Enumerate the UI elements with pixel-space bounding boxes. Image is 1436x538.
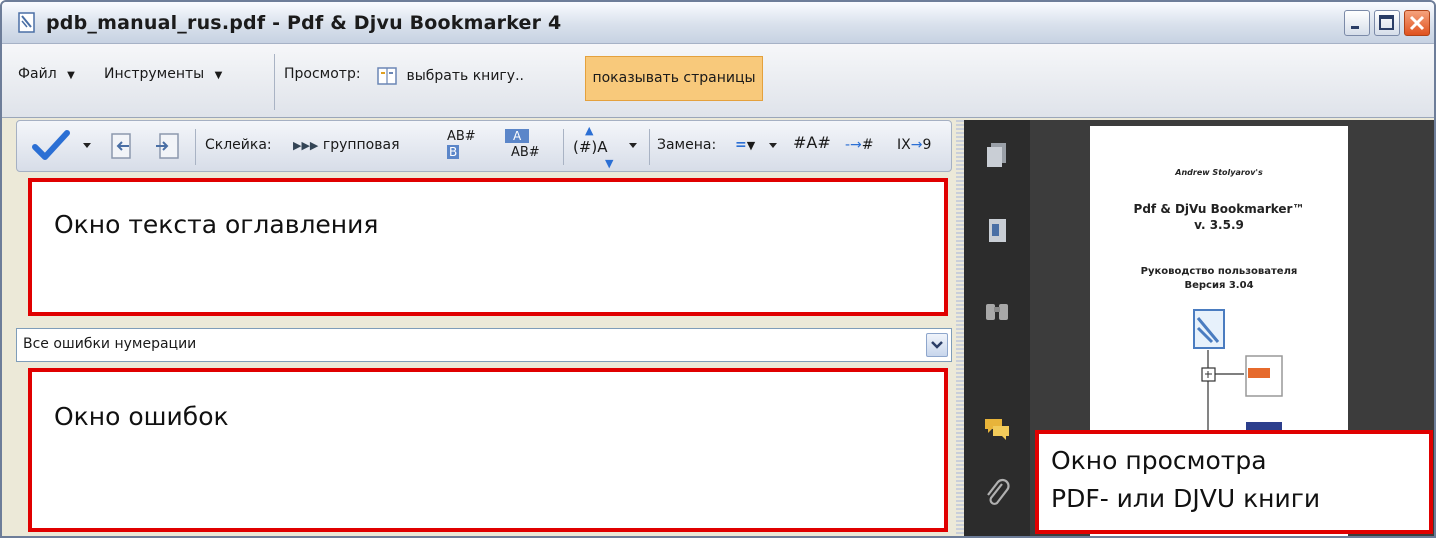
app-window: pdb_manual_rus.pdf - Pdf & Djvu Bookmark… — [0, 0, 1436, 538]
pane-splitter[interactable] — [956, 120, 964, 536]
page-doc-title: Руководство пользователя — [1140, 266, 1298, 277]
replace-glyph-4: IX — [897, 137, 911, 153]
window-title: pdb_manual_rus.pdf - Pdf & Djvu Bookmark… — [46, 12, 562, 34]
page-author: Andrew Stolyarov's — [1175, 168, 1263, 177]
replace-glyph-2: #A# — [793, 133, 831, 152]
apply-dropdown-caret[interactable] — [83, 143, 91, 148]
export-bookmarks-icon[interactable] — [153, 131, 181, 161]
view-label: Просмотр: — [284, 66, 361, 82]
replace-button-3[interactable]: -→# — [845, 137, 874, 153]
numbering-button[interactable]: ▲ (#)A ▼ — [573, 124, 619, 170]
case-lower-button[interactable]: A AB# — [505, 129, 549, 165]
replace-button-4[interactable]: IX→9 — [897, 137, 931, 153]
toc-text-pane[interactable]: Окно текста оглавления — [28, 178, 948, 316]
menu-file-label: Файл — [18, 66, 57, 82]
replace-dropdown-caret[interactable] — [769, 143, 777, 148]
arrow-right-icon: → — [910, 137, 923, 153]
bookmarker-app-icon — [18, 12, 35, 33]
replace-button-1[interactable]: =▼ — [735, 137, 755, 153]
page-version: v. 3.5.9 — [1194, 218, 1244, 232]
choose-book-button[interactable]: выбрать книгу.. — [376, 66, 524, 98]
bookmarks-icon[interactable] — [982, 216, 1012, 246]
error-filter-select[interactable]: Все ошибки нумерации — [16, 328, 952, 362]
error-filter-value: Все ошибки нумерации — [23, 336, 197, 352]
menu-file[interactable]: Файл ▼ — [18, 66, 75, 98]
viewer-caption-box: Окно просмотра PDF- или DJVU книги — [1035, 430, 1433, 534]
comments-icon[interactable] — [982, 414, 1012, 444]
numbering-icon: (#)A — [573, 138, 608, 156]
replace-label: Замена: — [657, 137, 717, 153]
replace-glyph-3: # — [861, 137, 874, 153]
book-icon — [377, 67, 397, 85]
page-doc-version: Версия 3.04 — [1184, 280, 1254, 291]
case-icon2-bottom: AB# — [511, 145, 540, 160]
glue-label: Склейка: — [205, 137, 272, 153]
menu-tools[interactable]: Инструменты ▼ — [104, 66, 222, 98]
arrow-right-icon: -→ — [845, 137, 862, 153]
maximize-icon — [1379, 15, 1394, 30]
title-bar[interactable]: pdb_manual_rus.pdf - Pdf & Djvu Bookmark… — [2, 2, 1434, 44]
toolbar-separator — [649, 129, 650, 165]
editor-toolbar: Склейка: ▶▶▶ групповая AB# B A AB# ▲ (#)… — [16, 120, 952, 172]
choose-book-label: выбрать книгу.. — [406, 68, 524, 84]
arrow-down-icon: ▼ — [746, 139, 756, 152]
viewer-side-toolbar — [964, 120, 1030, 536]
toolbar-separator — [195, 129, 196, 165]
case-icon-top: AB# — [447, 129, 476, 144]
viewer-caption-line1: Окно просмотра — [1051, 446, 1267, 475]
error-filter-dropdown-button[interactable] — [926, 333, 948, 357]
pages-icon[interactable] — [982, 140, 1012, 170]
viewer-caption-line2: PDF- или DJVU книги — [1051, 484, 1321, 513]
binoculars-icon[interactable] — [982, 296, 1012, 326]
close-button[interactable] — [1404, 10, 1430, 36]
chevron-down-icon: ▼ — [67, 70, 75, 81]
triple-arrow-icon: ▶▶▶ — [293, 139, 319, 152]
glue-mode-label: групповая — [322, 137, 400, 153]
menu-tools-label: Инструменты — [104, 66, 205, 82]
menu-separator — [274, 54, 275, 110]
numbering-dropdown-caret[interactable] — [629, 143, 637, 148]
case-icon2-top: A — [505, 129, 530, 143]
page-product: Pdf & DjVu Bookmarker™ — [1133, 202, 1305, 216]
replace-glyph-1: = — [735, 137, 747, 153]
errors-pane[interactable]: Окно ошибок — [28, 368, 948, 532]
toc-pane-label: Окно текста оглавления — [54, 210, 379, 239]
replace-button-2[interactable]: #A# — [793, 133, 831, 152]
case-icon-bottom: B — [447, 145, 460, 159]
minimize-icon — [1351, 26, 1359, 29]
replace-glyph-5: 9 — [922, 137, 932, 153]
maximize-button[interactable] — [1374, 10, 1400, 36]
chevron-down-icon — [931, 341, 943, 349]
close-icon — [1409, 15, 1425, 31]
arrow-up-icon: ▲ — [585, 124, 594, 137]
case-swap-button[interactable]: AB# B — [445, 129, 485, 165]
toolbar-separator — [563, 129, 564, 165]
glue-group-button[interactable]: ▶▶▶ групповая — [293, 137, 400, 153]
apply-check-icon[interactable] — [31, 129, 71, 163]
arrow-down-icon: ▼ — [605, 157, 614, 170]
chevron-down-icon: ▼ — [214, 70, 223, 81]
attachment-paperclip-icon[interactable] — [982, 478, 1012, 508]
minimize-button[interactable] — [1344, 10, 1370, 36]
show-pages-button[interactable]: показывать страницы — [585, 56, 763, 101]
errors-pane-label: Окно ошибок — [54, 402, 229, 431]
import-bookmarks-icon[interactable] — [109, 131, 137, 161]
